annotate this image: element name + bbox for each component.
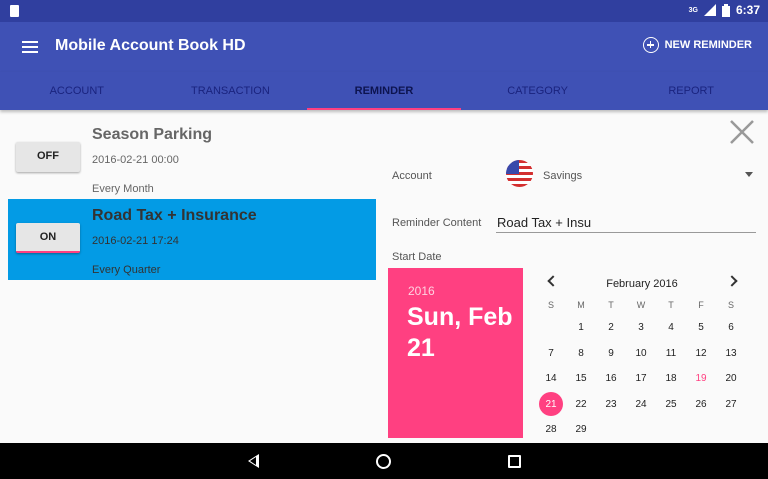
account-dropdown-arrow-icon[interactable] xyxy=(745,172,753,177)
battery-icon xyxy=(721,3,730,17)
calendar-day[interactable]: 27 xyxy=(716,392,746,418)
calendar-day[interactable]: 8 xyxy=(566,341,596,367)
calendar-day[interactable]: 5 xyxy=(686,315,716,341)
tab-report[interactable]: REPORT xyxy=(614,72,768,110)
status-right: 3G 6:37 xyxy=(689,3,760,17)
calendar-weekday: T xyxy=(608,300,614,310)
reminder-item-season-parking[interactable]: OFF Season Parking 2016-02-21 00:00 Ever… xyxy=(8,118,376,199)
app-bar: Mobile Account Book HD NEW REMINDER xyxy=(0,22,768,72)
tab-category[interactable]: CATEGORY xyxy=(461,72,615,110)
account-label: Account xyxy=(392,170,432,182)
start-date-label: Start Date xyxy=(392,251,442,263)
calendar-nav: February 2016 xyxy=(536,272,748,296)
calendar-day[interactable]: 29 xyxy=(566,417,596,443)
back-icon[interactable] xyxy=(248,454,259,468)
calendar-day[interactable]: 19 xyxy=(686,366,716,392)
calendar-day[interactable]: 14 xyxy=(536,366,566,392)
reminder-toggle-button[interactable]: OFF xyxy=(16,142,80,172)
calendar-day[interactable]: 15 xyxy=(566,366,596,392)
calendar-day[interactable]: 23 xyxy=(596,392,626,418)
reminder-frequency: Every Month xyxy=(92,183,154,195)
system-nav-bar xyxy=(0,443,768,479)
reminder-title: Road Tax + Insurance xyxy=(92,207,257,224)
calendar-day[interactable]: 4 xyxy=(656,315,686,341)
calendar-day[interactable]: 22 xyxy=(566,392,596,418)
reminder-toggle-button[interactable]: ON xyxy=(16,223,80,253)
calendar-day-selected[interactable]: 21 xyxy=(536,391,566,418)
calendar-day[interactable]: 12 xyxy=(686,341,716,367)
calendar: February 2016 S M T W T F S 1 2 3 4 5 6 7 8 9 10 11 12 13 14… xyxy=(536,272,748,443)
calendar-blank xyxy=(536,315,566,341)
calendar-day[interactable]: 6 xyxy=(716,315,746,341)
reminder-datetime: 2016-02-21 17:24 xyxy=(92,235,179,247)
calendar-day[interactable]: 17 xyxy=(626,366,656,392)
reminder-content-input[interactable] xyxy=(496,212,756,233)
calendar-day[interactable]: 11 xyxy=(656,341,686,367)
calendar-day[interactable]: 26 xyxy=(686,392,716,418)
app-title: Mobile Account Book HD xyxy=(55,37,246,54)
tab-bar: ACCOUNT TRANSACTION REMINDER CATEGORY RE… xyxy=(0,72,768,110)
recents-icon[interactable] xyxy=(508,455,521,468)
calendar-day[interactable]: 28 xyxy=(536,417,566,443)
date-picker-year[interactable]: 2016 xyxy=(408,284,435,298)
account-value[interactable]: Savings xyxy=(543,170,582,182)
new-reminder-label: NEW REMINDER xyxy=(664,39,752,51)
calendar-day[interactable]: 25 xyxy=(656,392,686,418)
tab-reminder[interactable]: REMINDER xyxy=(307,72,461,110)
menu-icon[interactable] xyxy=(22,41,38,53)
reminder-item-road-tax[interactable]: ON Road Tax + Insurance 2016-02-21 17:24… xyxy=(8,199,376,280)
calendar-weekday: S xyxy=(547,300,554,310)
calendar-day[interactable]: 1 xyxy=(566,315,596,341)
calendar-day[interactable]: 20 xyxy=(716,366,746,392)
calendar-day[interactable]: 9 xyxy=(596,341,626,367)
date-picker-header: 2016 Sun, Feb 21 xyxy=(388,268,523,438)
tab-account[interactable]: ACCOUNT xyxy=(0,72,154,110)
sim-card-icon xyxy=(10,5,19,17)
calendar-day[interactable]: 13 xyxy=(716,341,746,367)
status-bar: 3G 6:37 xyxy=(0,0,768,22)
new-reminder-button[interactable]: NEW REMINDER xyxy=(642,37,752,53)
reminder-datetime: 2016-02-21 00:00 xyxy=(92,154,179,166)
us-flag-icon[interactable] xyxy=(506,160,533,187)
reminder-content-label: Reminder Content xyxy=(392,217,482,229)
network-type: 3G xyxy=(688,6,698,14)
reminder-list: OFF Season Parking 2016-02-21 00:00 Ever… xyxy=(8,118,376,280)
home-icon[interactable] xyxy=(376,454,391,469)
close-icon[interactable] xyxy=(728,118,756,146)
calendar-day[interactable]: 24 xyxy=(626,392,656,418)
calendar-weekday: S xyxy=(727,300,734,310)
calendar-weekday: T xyxy=(668,300,674,310)
tab-transaction[interactable]: TRANSACTION xyxy=(154,72,308,110)
calendar-month-label: February 2016 xyxy=(606,278,678,290)
calendar-day[interactable]: 18 xyxy=(656,366,686,392)
plus-circle-icon xyxy=(642,37,659,53)
calendar-weekday: M xyxy=(577,300,585,310)
calendar-day[interactable]: 3 xyxy=(626,315,656,341)
calendar-day[interactable]: 16 xyxy=(596,366,626,392)
calendar-day[interactable]: 10 xyxy=(626,341,656,367)
signal-icon xyxy=(703,4,716,16)
calendar-weekday: W xyxy=(636,300,646,310)
calendar-day[interactable]: 7 xyxy=(536,341,566,367)
calendar-day[interactable]: 2 xyxy=(596,315,626,341)
status-time: 6:37 xyxy=(735,3,760,17)
date-picker-selected-date: Sun, Feb 21 xyxy=(407,303,513,362)
reminder-frequency: Every Quarter xyxy=(92,264,161,276)
reminder-title: Season Parking xyxy=(92,126,213,143)
calendar-weekday: F xyxy=(698,300,704,310)
calendar-grid: S M T W T F S 1 2 3 4 5 6 7 8 9 10 11 12 13 14 15 16 17 18 19 20 21… xyxy=(536,296,748,443)
